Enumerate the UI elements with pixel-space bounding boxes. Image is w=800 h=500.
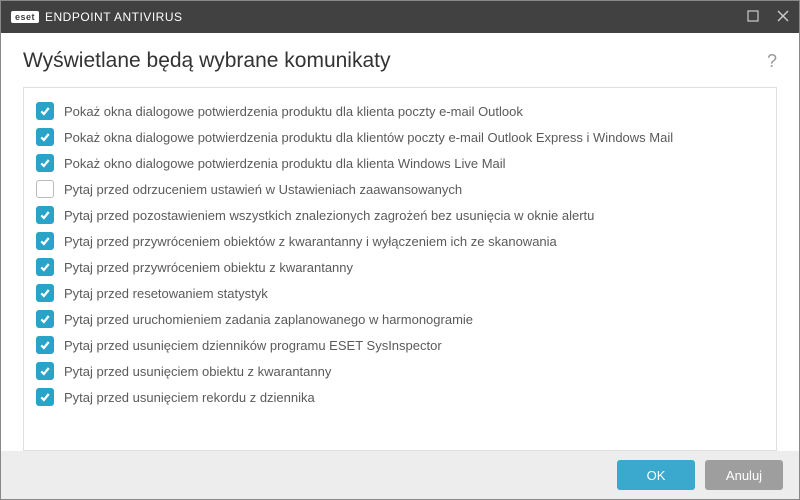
checkbox[interactable]	[36, 206, 54, 224]
checkbox[interactable]	[36, 180, 54, 198]
help-icon[interactable]: ?	[767, 51, 777, 72]
option-label: Pytaj przed odrzuceniem ustawień w Ustaw…	[64, 182, 462, 197]
page-title: Wyświetlane będą wybrane komunikaty	[23, 49, 391, 73]
checkbox[interactable]	[36, 102, 54, 120]
option-row: Pytaj przed odrzuceniem ustawień w Ustaw…	[34, 176, 766, 202]
option-label: Pytaj przed przywróceniem obiektów z kwa…	[64, 234, 557, 249]
option-row: Pokaż okno dialogowe potwierdzenia produ…	[34, 150, 766, 176]
option-label: Pytaj przed usunięciem dzienników progra…	[64, 338, 442, 353]
option-label: Pytaj przed uruchomieniem zadania zaplan…	[64, 312, 473, 327]
checkbox[interactable]	[36, 154, 54, 172]
brand: eset ENDPOINT ANTIVIRUS	[11, 10, 182, 24]
checkbox[interactable]	[36, 310, 54, 328]
option-label: Pytaj przed usunięciem rekordu z dzienni…	[64, 390, 315, 405]
option-label: Pokaż okna dialogowe potwierdzenia produ…	[64, 104, 523, 119]
option-row: Pytaj przed przywróceniem obiektów z kwa…	[34, 228, 766, 254]
minimize-icon[interactable]	[747, 9, 759, 25]
checkbox[interactable]	[36, 128, 54, 146]
header-row: Wyświetlane będą wybrane komunikaty ?	[23, 49, 777, 73]
close-icon[interactable]	[777, 9, 789, 25]
option-row: Pytaj przed usunięciem obiektu z kwarant…	[34, 358, 766, 384]
option-label: Pytaj przed pozostawieniem wszystkich zn…	[64, 208, 594, 223]
option-row: Pokaż okna dialogowe potwierdzenia produ…	[34, 98, 766, 124]
content-area: Wyświetlane będą wybrane komunikaty ? Po…	[1, 33, 799, 451]
checkbox[interactable]	[36, 284, 54, 302]
footer: OK Anuluj	[1, 451, 799, 499]
options-list[interactable]: Pokaż okna dialogowe potwierdzenia produ…	[23, 87, 777, 451]
option-row: Pytaj przed uruchomieniem zadania zaplan…	[34, 306, 766, 332]
option-row: Pytaj przed usunięciem rekordu z dzienni…	[34, 384, 766, 410]
option-row: Pokaż okna dialogowe potwierdzenia produ…	[34, 124, 766, 150]
checkbox[interactable]	[36, 232, 54, 250]
option-label: Pytaj przed przywróceniem obiektu z kwar…	[64, 260, 353, 275]
checkbox[interactable]	[36, 336, 54, 354]
titlebar: eset ENDPOINT ANTIVIRUS	[1, 1, 799, 33]
option-row: Pytaj przed przywróceniem obiektu z kwar…	[34, 254, 766, 280]
option-label: Pokaż okno dialogowe potwierdzenia produ…	[64, 156, 506, 171]
option-row: Pytaj przed resetowaniem statystyk	[34, 280, 766, 306]
option-label: Pytaj przed usunięciem obiektu z kwarant…	[64, 364, 331, 379]
checkbox[interactable]	[36, 258, 54, 276]
checkbox[interactable]	[36, 362, 54, 380]
option-row: Pytaj przed usunięciem dzienników progra…	[34, 332, 766, 358]
ok-button[interactable]: OK	[617, 460, 695, 490]
cancel-button[interactable]: Anuluj	[705, 460, 783, 490]
product-name: ENDPOINT ANTIVIRUS	[45, 10, 182, 24]
option-label: Pytaj przed resetowaniem statystyk	[64, 286, 268, 301]
checkbox[interactable]	[36, 388, 54, 406]
option-row: Pytaj przed pozostawieniem wszystkich zn…	[34, 202, 766, 228]
option-label: Pokaż okna dialogowe potwierdzenia produ…	[64, 130, 673, 145]
brand-logo: eset	[11, 11, 39, 23]
window-controls	[747, 9, 789, 25]
